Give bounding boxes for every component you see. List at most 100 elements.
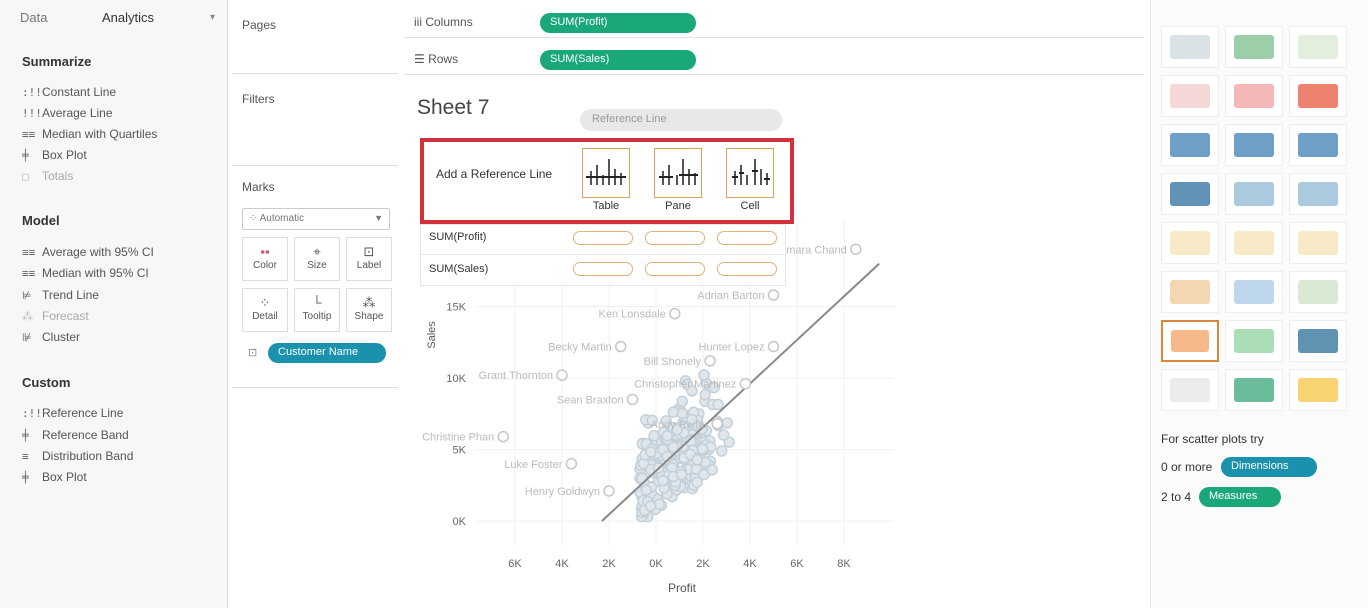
show-me-dual-lines-icon[interactable] — [1289, 222, 1347, 264]
scatter-point[interactable] — [699, 388, 711, 401]
show-me-histogram-icon[interactable] — [1225, 320, 1283, 362]
show-me-side-circles-icon[interactable] — [1289, 173, 1347, 215]
scope-pane-target[interactable] — [654, 148, 702, 198]
analytics-item-box-plot-custom[interactable]: ╪ Box Plot — [22, 467, 222, 487]
labeled-scatter-point[interactable] — [626, 393, 639, 406]
drop-slot-sales-cell[interactable] — [717, 262, 777, 276]
labeled-scatter-point[interactable] — [615, 340, 627, 353]
analytics-item-trend-line[interactable]: ⊭ Trend Line — [22, 285, 222, 305]
show-me-area-discrete-icon[interactable] — [1225, 271, 1283, 313]
dragging-reference-line-chip[interactable]: Reference Line — [580, 109, 782, 131]
labeled-scatter-point[interactable] — [850, 243, 862, 256]
scatter-point[interactable] — [667, 406, 680, 418]
sum-profit-pill[interactable]: SUM(Profit) — [540, 13, 696, 33]
point-label: Christopher Martinez — [634, 379, 736, 391]
scatter-point[interactable] — [640, 484, 653, 496]
labeled-scatter-point[interactable] — [704, 355, 716, 367]
scatter-point[interactable] — [712, 398, 724, 411]
drop-slot-profit-cell[interactable] — [717, 231, 777, 245]
show-me-stacked-bars-icon[interactable] — [1225, 124, 1283, 166]
tile-glyph — [1234, 133, 1274, 157]
show-me-treemap-icon[interactable] — [1161, 173, 1219, 215]
scatter-point[interactable] — [657, 474, 669, 487]
labeled-scatter-point[interactable] — [556, 369, 568, 381]
scatter-point[interactable] — [644, 500, 657, 512]
columns-icon: iii — [414, 15, 426, 29]
pages-card[interactable]: Pages — [232, 0, 398, 74]
show-me-filled-map-icon[interactable] — [1225, 75, 1283, 117]
customer-name-pill[interactable]: Customer Name — [268, 343, 386, 363]
color-button[interactable]: ▪▪ Color — [242, 237, 288, 281]
scatter-point[interactable] — [661, 430, 673, 442]
scatter-point[interactable] — [648, 430, 660, 442]
labeled-scatter-point[interactable] — [711, 418, 723, 430]
labeled-scatter-point[interactable] — [669, 307, 681, 320]
scatter-point[interactable] — [675, 468, 688, 481]
labeled-scatter-point[interactable] — [767, 340, 780, 353]
columns-shelf[interactable]: iii Columns — [404, 8, 1144, 38]
rows-shelf[interactable]: ☰ Rows — [404, 45, 1144, 75]
analytics-item-constant-line[interactable]: :!! Constant Line — [22, 82, 222, 102]
scatter-point[interactable] — [676, 395, 688, 408]
shape-button[interactable]: ⁂ Shape — [346, 288, 392, 332]
show-me-pie-icon[interactable] — [1289, 75, 1347, 117]
scatter-point[interactable] — [717, 429, 730, 441]
show-me-box-whisker-icon[interactable] — [1289, 320, 1347, 362]
analytics-item-median-ci[interactable]: ≡≡ Median with 95% CI — [22, 263, 222, 283]
analytics-item-cluster[interactable]: ⊯ Cluster — [22, 327, 222, 347]
drop-slot-profit-table[interactable] — [573, 231, 633, 245]
show-me-circle-views-icon[interactable] — [1225, 173, 1283, 215]
show-me-packed-bubbles-icon[interactable] — [1289, 369, 1347, 411]
show-me-h-bars-icon[interactable] — [1161, 124, 1219, 166]
scope-table-target[interactable] — [582, 148, 630, 198]
show-me-scatter-icon[interactable] — [1161, 320, 1219, 362]
scatter-point[interactable] — [706, 464, 719, 476]
scatter-point[interactable] — [721, 417, 734, 429]
show-me-gantt-icon[interactable] — [1161, 369, 1219, 411]
x-tick-label: 6K — [790, 558, 804, 570]
scope-cell-target[interactable] — [726, 148, 774, 198]
show-me-area-continuous-icon[interactable] — [1161, 271, 1219, 313]
show-me-lines-discrete-icon[interactable] — [1225, 222, 1283, 264]
tile-glyph — [1170, 133, 1210, 157]
scatter-point[interactable] — [691, 454, 703, 466]
labeled-scatter-point[interactable] — [603, 485, 615, 497]
mark-type-dropdown[interactable]: ⁘ Automatic ▼ — [242, 208, 390, 230]
detail-button[interactable]: ⁘ Detail — [242, 288, 288, 332]
labeled-scatter-point[interactable] — [497, 430, 509, 443]
show-me-lines-continuous-icon[interactable] — [1161, 222, 1219, 264]
show-me-text-table-icon[interactable] — [1161, 26, 1219, 68]
filters-card[interactable]: Filters — [232, 80, 398, 166]
analytics-item-distribution-band[interactable]: ≡ Distribution Band — [22, 446, 222, 466]
show-me-side-bars-icon[interactable] — [1289, 124, 1347, 166]
tooltip-button[interactable]: └ Tooltip — [294, 288, 340, 332]
labeled-scatter-point[interactable] — [565, 458, 578, 470]
show-me-symbol-map-icon[interactable] — [1161, 75, 1219, 117]
drop-slot-profit-pane[interactable] — [645, 231, 705, 245]
scatter-point[interactable] — [696, 443, 709, 455]
analytics-item-average-ci[interactable]: ≡≡ Average with 95% CI — [22, 242, 222, 262]
labeled-scatter-point[interactable] — [767, 289, 780, 301]
show-me-bullet-icon[interactable] — [1225, 369, 1283, 411]
scatter-point[interactable] — [691, 476, 703, 488]
tab-analytics[interactable]: Analytics — [102, 10, 154, 25]
analytics-item-median-quartiles[interactable]: ≡≡ Median with Quartiles — [22, 124, 222, 144]
show-me-dual-combination-icon[interactable] — [1289, 271, 1347, 313]
labeled-scatter-point[interactable] — [739, 377, 752, 390]
scatter-point[interactable] — [645, 446, 657, 458]
pane-menu-icon[interactable]: ▾ — [210, 12, 215, 23]
size-button[interactable]: ⌖ Size — [294, 237, 340, 281]
sum-sales-pill[interactable]: SUM(Sales) — [540, 50, 696, 70]
drop-slot-sales-pane[interactable] — [645, 262, 705, 276]
analytics-item-average-line[interactable]: !!! Average Line — [22, 103, 222, 123]
show-me-highlight-table-icon[interactable] — [1289, 26, 1347, 68]
box-plot-icon: ╪ — [22, 148, 29, 162]
label-button[interactable]: ⊡ Label — [346, 237, 392, 281]
scatter-point[interactable] — [716, 445, 728, 457]
analytics-item-reference-line[interactable]: :!! Reference Line — [22, 403, 244, 425]
analytics-item-reference-band[interactable]: ╪ Reference Band — [22, 425, 222, 445]
tab-data[interactable]: Data — [20, 10, 47, 25]
show-me-heat-map-icon[interactable] — [1225, 26, 1283, 68]
drop-slot-sales-table[interactable] — [573, 262, 633, 276]
analytics-item-box-plot[interactable]: ╪ Box Plot — [22, 145, 222, 165]
